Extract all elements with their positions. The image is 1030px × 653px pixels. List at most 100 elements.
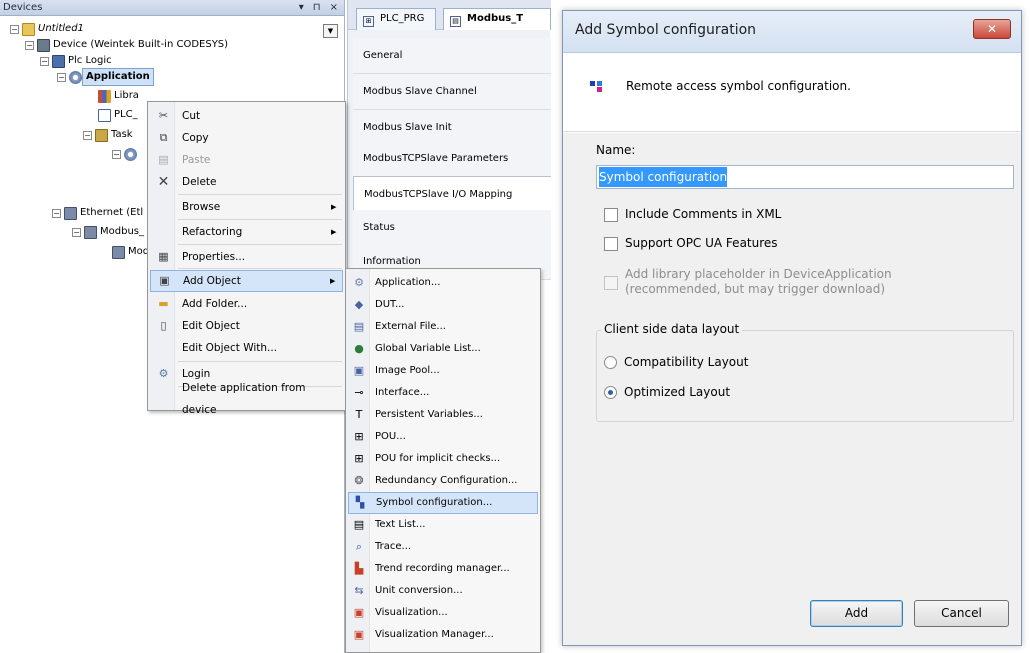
submenu-item-redundancy[interactable]: ❂ Redundancy Configuration... <box>348 470 538 492</box>
pane-menu-icon[interactable]: ▾ <box>299 0 304 16</box>
cancel-button[interactable]: Cancel <box>914 600 1009 627</box>
submenu-item-label: Text List... <box>375 519 426 530</box>
tree-node-label: Application <box>82 68 154 86</box>
task-icon <box>95 128 108 142</box>
collapse-icon[interactable]: − <box>10 24 19 34</box>
menu-item-browse[interactable]: Browse ▶ <box>150 196 343 218</box>
optimized-layout-radio[interactable]: Optimized Layout <box>604 385 730 399</box>
tree-node-task-child[interactable]: − <box>112 146 137 162</box>
nav-general[interactable]: General <box>353 38 551 74</box>
submenu-item-application[interactable]: ⚙ Application... <box>348 272 538 294</box>
nav-modbustcpslave-parameters[interactable]: ModbusTCPSlave Parameters <box>353 141 551 177</box>
menu-item-delete-application[interactable]: Delete application from device <box>150 382 343 416</box>
submenu-item-label: Application... <box>375 277 441 288</box>
menu-item-cut[interactable]: ✂ Cut <box>150 105 343 127</box>
tree-node-ethernet[interactable]: − Ethernet (Etl <box>52 205 143 221</box>
persistent-variables-icon: T <box>355 408 363 421</box>
tree-node-library[interactable]: Libra <box>98 88 139 104</box>
nav-status[interactable]: Status <box>353 210 551 246</box>
tree-node-modbus[interactable]: − Modbus_ <box>72 224 144 240</box>
menu-item-label: Edit Object <box>182 320 240 332</box>
tab-modbus[interactable]: ▤ Modbus_T <box>443 8 551 30</box>
delete-icon: ✕ <box>157 174 170 190</box>
collapse-icon[interactable]: − <box>57 72 66 82</box>
copy-icon: ⧉ <box>159 131 168 144</box>
collapse-icon[interactable]: − <box>52 208 61 218</box>
tree-node-plc-prg[interactable]: PLC_ <box>98 107 138 123</box>
menu-item-edit-object-with[interactable]: Edit Object With... <box>150 337 343 359</box>
pou-icon: ⊞ <box>354 430 364 443</box>
submenu-item-text-list[interactable]: ▤ Text List... <box>348 514 538 536</box>
submenu-item-symbol-configuration[interactable]: ▚ Symbol configuration... <box>348 492 538 514</box>
submenu-item-global-variable-list[interactable]: ● Global Variable List... <box>348 338 538 360</box>
pin-icon[interactable]: ⊓ <box>313 0 321 16</box>
menu-item-refactoring[interactable]: Refactoring ▶ <box>150 221 343 243</box>
tree-node-modbus-slave[interactable]: Mod <box>112 244 149 260</box>
collapse-icon[interactable]: − <box>40 56 49 66</box>
submenu-item-label: Persistent Variables... <box>375 409 483 420</box>
checkbox-box[interactable] <box>604 208 618 222</box>
submenu-item-pou-implicit-checks[interactable]: ⊞ POU for implicit checks... <box>348 448 538 470</box>
menu-item-edit-object[interactable]: ▯ Edit Object <box>150 315 343 337</box>
menu-separator <box>178 219 342 220</box>
menu-item-delete[interactable]: ✕ Delete <box>150 171 343 193</box>
submenu-item-interface[interactable]: ⊸ Interface... <box>348 382 538 404</box>
text-list-icon: ▤ <box>353 518 365 531</box>
library-icon <box>98 89 111 103</box>
submenu-item-unit-conversion[interactable]: ⇆ Unit conversion... <box>348 580 538 602</box>
nav-modbustcpslave-io-mapping[interactable]: ModbusTCPSlave I/O Mapping <box>353 176 551 212</box>
devices-titlebar: Devices ▾ ⊓ × <box>0 0 344 16</box>
collapse-icon[interactable]: − <box>25 40 34 50</box>
tab-plc-prg[interactable]: ⊞ PLC_PRG <box>356 8 436 30</box>
tree-node-device[interactable]: − Device (Weintek Built-in CODESYS) <box>25 37 228 53</box>
submenu-item-label: Interface... <box>375 387 430 398</box>
radio-button[interactable] <box>604 355 617 369</box>
checkbox-box[interactable] <box>604 276 618 290</box>
name-field[interactable]: Symbol configuration <box>596 165 1014 189</box>
menu-item-add-object[interactable]: ▣ Add Object ▶ <box>150 270 343 292</box>
menu-item-copy[interactable]: ⧉ Copy <box>150 127 343 149</box>
application-icon <box>69 70 82 84</box>
submenu-item-external-file[interactable]: ▤ External File... <box>348 316 538 338</box>
support-opc-ua-checkbox[interactable]: Support OPC UA Features <box>604 236 778 251</box>
nav-modbus-slave-channel[interactable]: Modbus Slave Channel <box>353 74 551 110</box>
menu-item-label: Edit Object With... <box>182 342 278 354</box>
compatibility-layout-radio[interactable]: Compatibility Layout <box>604 355 748 369</box>
close-icon[interactable]: ✕ <box>973 19 1011 39</box>
menu-item-label: Copy <box>182 132 209 144</box>
checkbox-box[interactable] <box>604 237 618 251</box>
menu-item-paste[interactable]: ▤ Paste <box>150 149 343 171</box>
submenu-item-image-pool[interactable]: ▣ Image Pool... <box>348 360 538 382</box>
tree-node-plc-logic[interactable]: − Plc Logic <box>40 53 112 69</box>
radio-button[interactable] <box>604 385 617 399</box>
add-button[interactable]: Add <box>810 600 903 627</box>
tree-dropdown-button[interactable]: ▼ <box>323 24 338 38</box>
close-pane-icon[interactable]: × <box>330 0 338 16</box>
submenu-item-dut[interactable]: ◆ DUT... <box>348 294 538 316</box>
submenu-item-trace[interactable]: ⌕ Trace... <box>348 536 538 558</box>
collapse-icon[interactable]: − <box>112 149 121 159</box>
collapse-icon[interactable]: − <box>72 227 81 237</box>
collapse-icon[interactable]: − <box>83 130 92 140</box>
modbus-icon <box>84 225 97 239</box>
submenu-item-visualization-manager[interactable]: ▣ Visualization Manager... <box>348 624 538 646</box>
submenu-item-trend-recording[interactable]: ▙ Trend recording manager... <box>348 558 538 580</box>
menu-item-properties[interactable]: ▦ Properties... <box>150 246 343 268</box>
name-label: Name: <box>596 143 636 157</box>
object-editor: ⊞ PLC_PRG ▤ Modbus_T General Modbus Slave … <box>347 0 551 280</box>
tab-label: PLC_PRG <box>380 13 425 24</box>
tree-node-application[interactable]: − Application <box>57 68 154 86</box>
menu-item-add-folder[interactable]: ▬ Add Folder... <box>150 293 343 315</box>
submenu-item-persistent-variables[interactable]: T Persistent Variables... <box>348 404 538 426</box>
tree-node-task[interactable]: − Task <box>83 127 133 143</box>
add-symbol-configuration-dialog: Add Symbol configuration ✕ Remote access… <box>562 10 1022 646</box>
menu-item-label: Browse <box>182 201 221 213</box>
include-comments-checkbox[interactable]: Include Comments in XML <box>604 207 781 222</box>
add-library-placeholder-checkbox[interactable]: Add library placeholder in DeviceApplica… <box>604 267 892 297</box>
submenu-item-pou[interactable]: ⊞ POU... <box>348 426 538 448</box>
properties-icon: ▦ <box>158 250 169 263</box>
submenu-item-visualization[interactable]: ▣ Visualization... <box>348 602 538 624</box>
dut-icon: ◆ <box>354 298 364 311</box>
pou-icon <box>98 108 111 122</box>
tree-node-project[interactable]: − Untitled1 <box>10 21 84 37</box>
